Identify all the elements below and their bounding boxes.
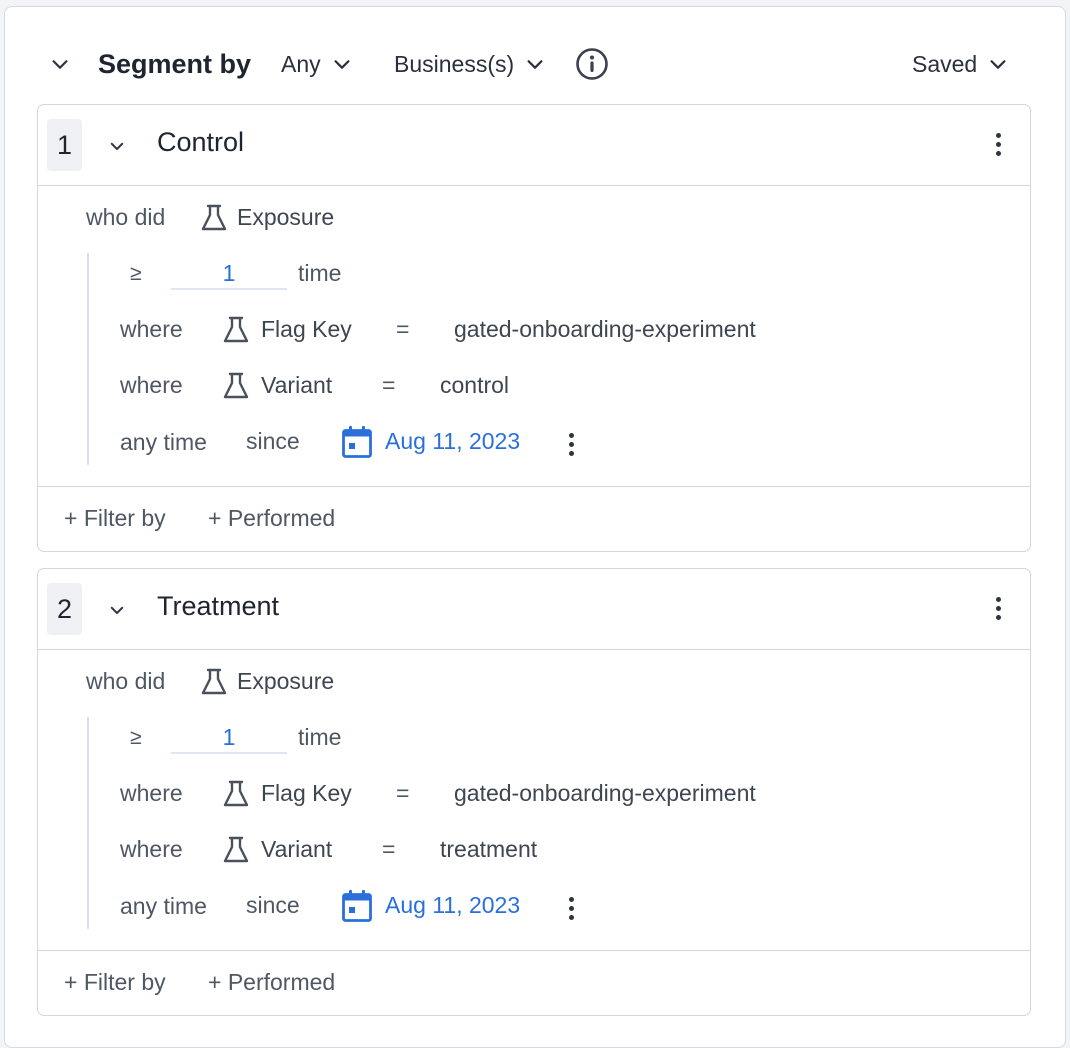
calendar-icon[interactable] bbox=[341, 889, 373, 928]
condition-guide-line bbox=[87, 717, 89, 929]
segment-card-footer: + Filter by + Performed bbox=[38, 950, 1030, 1015]
property-value[interactable]: gated-onboarding-experiment bbox=[454, 780, 756, 807]
operator-equals[interactable]: = bbox=[382, 836, 395, 863]
property-value[interactable]: treatment bbox=[440, 836, 537, 863]
saved-label: Saved bbox=[912, 50, 978, 77]
operator-symbol[interactable]: ≥ bbox=[130, 726, 142, 750]
property-value[interactable]: control bbox=[440, 372, 509, 399]
property-value[interactable]: gated-onboarding-experiment bbox=[454, 316, 756, 343]
where-label: where bbox=[120, 836, 183, 862]
flask-icon bbox=[199, 667, 229, 702]
segment-number: 2 bbox=[47, 583, 82, 635]
time-range-label[interactable]: any time bbox=[120, 429, 207, 456]
event-name[interactable]: Exposure bbox=[237, 204, 334, 231]
where-label: where bbox=[120, 372, 183, 398]
flask-icon bbox=[221, 371, 251, 406]
segment-header: Segment by Any Business(s) Saved bbox=[5, 7, 1065, 119]
segment-name[interactable]: Treatment bbox=[157, 591, 279, 622]
count-input[interactable]: 1 bbox=[171, 722, 287, 754]
who-did-label: who did bbox=[86, 204, 166, 230]
calendar-icon[interactable] bbox=[341, 425, 373, 464]
filter-by-button[interactable]: + Filter by bbox=[64, 969, 166, 996]
chevron-down-icon bbox=[527, 60, 543, 69]
where-label: where bbox=[120, 780, 183, 806]
more-options-icon[interactable] bbox=[565, 897, 577, 920]
flask-icon bbox=[221, 315, 251, 350]
chevron-down-icon bbox=[990, 60, 1006, 69]
match-any-label: Any bbox=[281, 50, 321, 77]
flask-icon bbox=[199, 203, 229, 238]
more-options-icon[interactable] bbox=[992, 133, 1004, 156]
condition-guide-line bbox=[87, 253, 89, 465]
segment-number: 1 bbox=[47, 119, 82, 171]
where-label: where bbox=[120, 316, 183, 342]
segment-name[interactable]: Control bbox=[157, 127, 244, 158]
count-input[interactable]: 1 bbox=[171, 258, 287, 290]
collapse-chevron-icon[interactable] bbox=[49, 47, 71, 81]
time-range-label[interactable]: any time bbox=[120, 893, 207, 920]
operator-symbol[interactable]: ≥ bbox=[130, 262, 142, 286]
property-name[interactable]: Flag Key bbox=[261, 780, 352, 807]
filter-by-button[interactable]: + Filter by bbox=[64, 505, 166, 532]
property-name[interactable]: Variant bbox=[261, 836, 332, 863]
property-name[interactable]: Flag Key bbox=[261, 316, 352, 343]
segment-card-header: 2 Treatment bbox=[38, 569, 1030, 650]
saved-dropdown[interactable]: Saved bbox=[912, 47, 1009, 81]
count-unit: time bbox=[298, 724, 342, 750]
info-icon[interactable] bbox=[575, 47, 609, 81]
more-options-icon[interactable] bbox=[565, 433, 577, 456]
operator-equals[interactable]: = bbox=[382, 372, 395, 399]
more-options-icon[interactable] bbox=[992, 597, 1004, 620]
match-any-dropdown[interactable]: Any bbox=[281, 47, 353, 81]
segment-card-header: 1 Control bbox=[38, 105, 1030, 186]
date-value[interactable]: Aug 11, 2023 bbox=[385, 892, 520, 919]
chevron-down-icon[interactable] bbox=[108, 137, 126, 160]
property-name[interactable]: Variant bbox=[261, 372, 332, 399]
operator-equals[interactable]: = bbox=[396, 316, 409, 343]
who-did-label: who did bbox=[86, 668, 166, 694]
chevron-down-icon bbox=[334, 60, 350, 69]
entity-dropdown[interactable]: Business(s) bbox=[394, 47, 546, 81]
date-value[interactable]: Aug 11, 2023 bbox=[385, 428, 520, 455]
segment-card-control: 1 Control who did Exposure ≥ 1 time wher… bbox=[37, 104, 1031, 552]
count-unit: time bbox=[298, 260, 342, 286]
since-label[interactable]: since bbox=[246, 892, 300, 919]
entity-label: Business(s) bbox=[394, 50, 515, 77]
since-label[interactable]: since bbox=[246, 428, 300, 455]
performed-button[interactable]: + Performed bbox=[208, 969, 335, 996]
chevron-down-icon[interactable] bbox=[108, 601, 126, 624]
event-name[interactable]: Exposure bbox=[237, 668, 334, 695]
operator-equals[interactable]: = bbox=[396, 780, 409, 807]
segment-panel: Segment by Any Business(s) Saved 1 Contr… bbox=[4, 6, 1066, 1048]
segment-by-title: Segment by bbox=[98, 48, 252, 79]
flask-icon bbox=[221, 779, 251, 814]
segment-card-treatment: 2 Treatment who did Exposure ≥ 1 time wh… bbox=[37, 568, 1031, 1016]
segment-card-footer: + Filter by + Performed bbox=[38, 486, 1030, 551]
performed-button[interactable]: + Performed bbox=[208, 505, 335, 532]
flask-icon bbox=[221, 835, 251, 870]
